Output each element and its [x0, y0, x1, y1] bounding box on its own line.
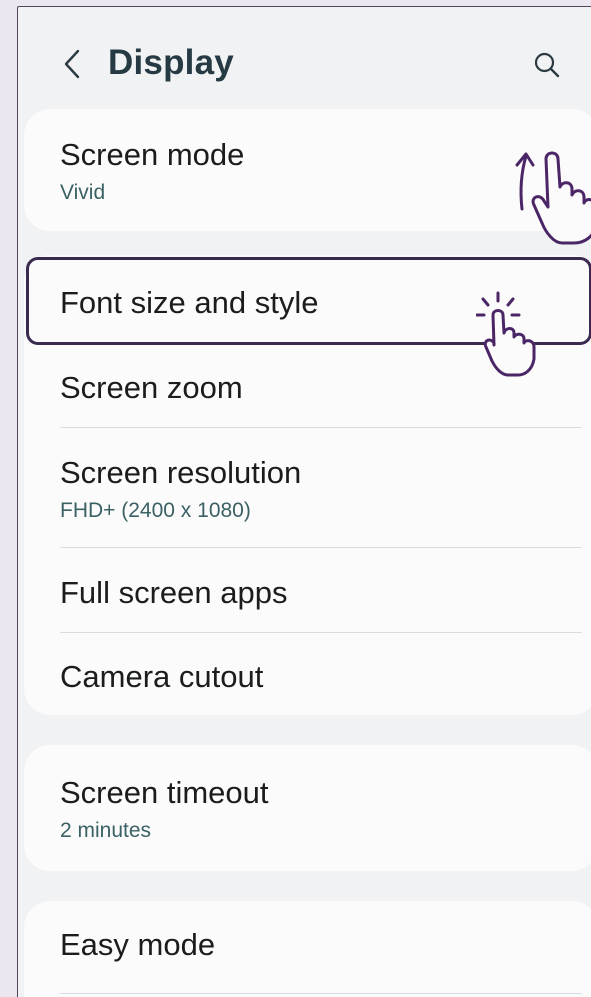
settings-card-screen-mode: Screen mode Vivid	[24, 109, 591, 231]
tap-hand-icon	[476, 291, 536, 377]
search-icon[interactable]	[533, 51, 561, 79]
phone-screen: Display Screen mode Vivid Font size and …	[17, 6, 591, 997]
setting-label: Easy mode	[60, 927, 216, 962]
app-header: Display	[18, 7, 591, 107]
chevron-left-icon[interactable]	[60, 47, 84, 81]
setting-value: 2 minutes	[60, 819, 152, 842]
divider	[60, 427, 582, 428]
divider	[60, 547, 582, 548]
setting-label: Camera cutout	[60, 659, 264, 694]
setting-screen-resolution[interactable]: Screen resolution FHD+ (2400 x 1080)	[60, 455, 572, 523]
setting-easy-mode[interactable]: Easy mode	[60, 927, 572, 963]
settings-card-easy-mode: Easy mode	[24, 901, 591, 997]
setting-value: FHD+ (2400 x 1080)	[60, 499, 251, 522]
setting-value: Vivid	[60, 181, 106, 204]
setting-full-screen-apps[interactable]: Full screen apps	[60, 575, 572, 611]
setting-camera-cutout[interactable]: Camera cutout	[60, 659, 572, 695]
setting-screen-timeout[interactable]: Screen timeout 2 minutes	[60, 775, 572, 843]
divider	[60, 632, 582, 633]
swipe-up-hand-icon	[515, 151, 591, 245]
divider	[60, 993, 582, 994]
setting-label: Screen resolution	[60, 455, 302, 490]
setting-label: Full screen apps	[60, 575, 288, 610]
settings-card-screen-timeout: Screen timeout 2 minutes	[24, 745, 591, 871]
setting-label: Screen mode	[60, 137, 245, 172]
page-title: Display	[108, 43, 234, 82]
setting-screen-mode[interactable]: Screen mode Vivid	[60, 137, 572, 205]
setting-label: Screen timeout	[60, 775, 269, 810]
